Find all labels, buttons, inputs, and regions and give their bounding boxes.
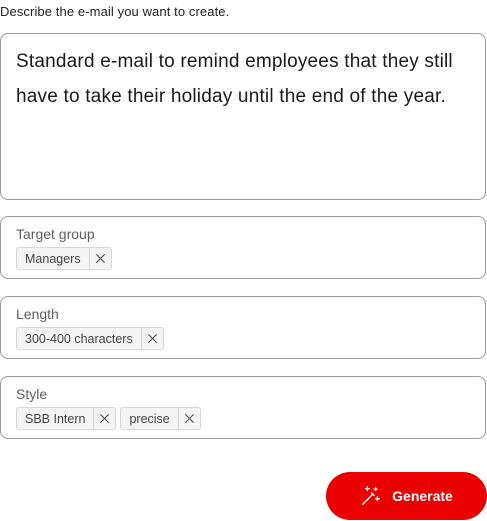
chip-label: 300-400 characters xyxy=(25,331,133,346)
target-group-chips: Managers xyxy=(16,247,112,270)
magic-wand-icon xyxy=(362,486,381,505)
length-field[interactable]: Length 300-400 characters xyxy=(0,296,486,359)
chip-remove-button[interactable] xyxy=(177,408,200,429)
chip-length: 300-400 characters xyxy=(16,327,164,350)
length-label: Length xyxy=(16,306,59,322)
style-chips: SBB Intern precise xyxy=(16,407,201,430)
email-generator-form: Describe the e-mail you want to create. … xyxy=(0,0,487,521)
prompt-textarea[interactable]: Standard e-mail to remind employees that… xyxy=(0,33,486,200)
chip-sbb-intern: SBB Intern xyxy=(16,407,117,430)
close-icon xyxy=(147,333,157,344)
close-icon xyxy=(100,413,110,424)
chip-remove-button[interactable] xyxy=(93,408,115,429)
close-icon xyxy=(95,253,105,264)
chip-remove-button[interactable] xyxy=(140,328,163,349)
generate-label: Generate xyxy=(392,488,453,504)
length-chips: 300-400 characters xyxy=(16,327,164,350)
prompt-label: Describe the e-mail you want to create. xyxy=(0,4,230,19)
chip-managers: Managers xyxy=(16,247,112,270)
close-icon xyxy=(184,413,194,424)
target-group-field[interactable]: Target group Managers xyxy=(0,216,486,279)
generate-button[interactable]: Generate xyxy=(326,472,487,520)
target-group-label: Target group xyxy=(16,226,95,242)
style-field[interactable]: Style SBB Intern precise xyxy=(0,376,486,439)
chip-label: SBB Intern xyxy=(25,411,86,426)
prompt-text: Standard e-mail to remind employees that… xyxy=(16,51,453,107)
chip-label: precise xyxy=(129,411,170,426)
chip-label: Managers xyxy=(25,251,81,266)
chip-precise: precise xyxy=(120,407,201,430)
style-label: Style xyxy=(16,386,48,402)
chip-remove-button[interactable] xyxy=(88,248,111,269)
